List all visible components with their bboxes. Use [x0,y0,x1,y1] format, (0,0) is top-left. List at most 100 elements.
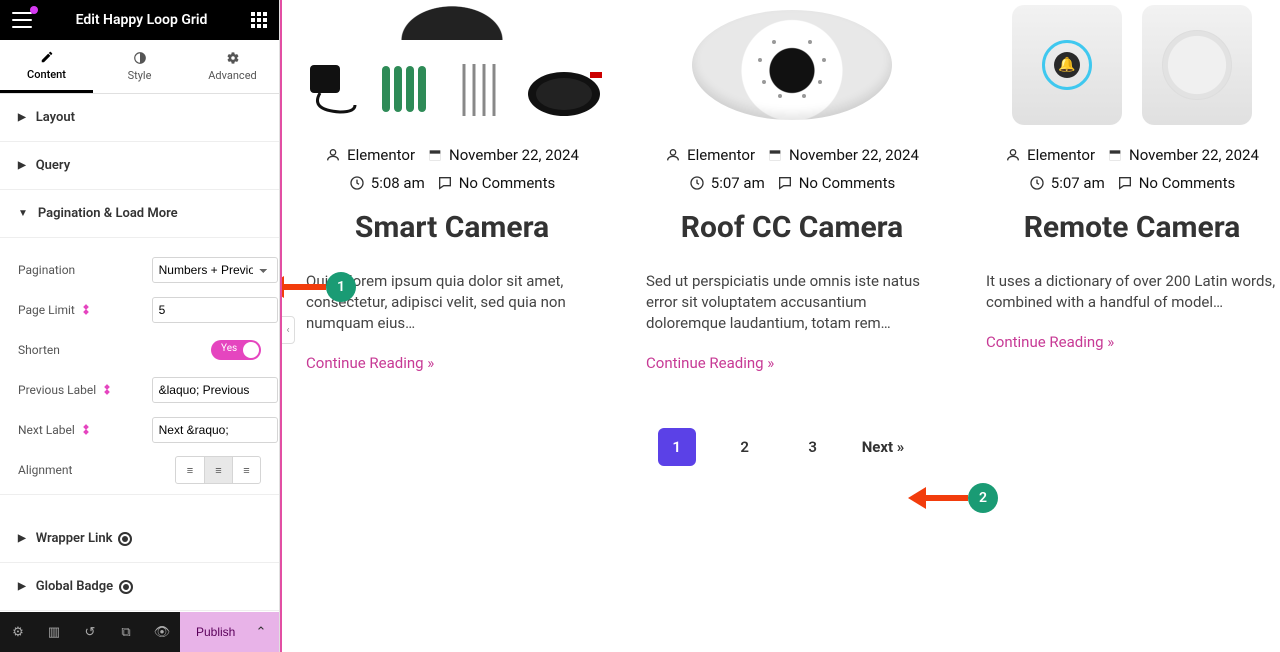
section-query-label: Query [36,158,70,173]
panel-tabs: Content Style Advanced [0,40,279,94]
pencil-icon [40,50,54,64]
align-right-button[interactable]: ≡ [232,457,260,483]
section-layout-label: Layout [36,110,75,125]
tab-advanced[interactable]: Advanced [186,40,279,93]
badge-icon [119,580,133,594]
pagination-label: Pagination [18,263,152,277]
page-3[interactable]: 3 [794,428,832,466]
alignment-group: ≡ ≡ ≡ [175,456,261,484]
section-global-badge-label: Global Badge [36,579,113,594]
section-pagination[interactable]: ▼Pagination & Load More [0,190,279,238]
card-excerpt: It uses a dictionary of over 200 Latin w… [982,271,1280,313]
tab-content-label: Content [27,68,66,81]
pagination-select[interactable]: Numbers + Previous [152,257,278,283]
card-author: Elementor [347,146,415,164]
card-title[interactable]: Smart Camera [355,210,549,245]
card-image [642,0,942,130]
responsive-button[interactable]: ⧉ [108,612,144,652]
next-label-label: Next Label [18,423,152,437]
section-pagination-body: Pagination Numbers + Previous Page Limit… [0,238,279,495]
card-excerpt: Qui dolorem ipsum quia dolor sit amet, c… [302,271,602,334]
sidebar-footer: ⚙ ▥ ↺ ⧉ 👁 Publish ⌃ [0,612,279,652]
section-layout[interactable]: ▶ Layout [0,94,279,142]
prev-label-label: Previous Label [18,383,152,397]
page-limit-input[interactable] [152,297,278,323]
link-icon [118,532,132,546]
post-card: Elementor November 22, 2024 5:08 am No C… [302,0,602,372]
caret-right-icon: ▶ [18,581,26,592]
preview-canvas: ‹ Elementor November 22, 2024 5:08 am [280,0,1280,652]
section-wrapper-link[interactable]: ▶ Wrapper Link [0,515,279,563]
calendar-icon [1107,147,1123,163]
alignment-label: Alignment [18,463,72,477]
card-time: 5:07 am [1051,174,1105,192]
section-query[interactable]: ▶ Query [0,142,279,190]
card-author: Elementor [687,146,755,164]
dynamic-icon [102,385,112,395]
align-left-button[interactable]: ≡ [176,457,204,483]
pagination: 1 2 3 Next » [282,428,1280,466]
clock-icon [689,175,705,191]
clock-icon [349,175,365,191]
cable-reel-icon [524,60,604,120]
user-icon [1005,147,1021,163]
comment-icon [1117,175,1133,191]
publish-button[interactable]: Publish [180,612,243,652]
clock-icon [1029,175,1045,191]
next-label-input[interactable] [152,417,278,443]
section-global-badge[interactable]: ▶ Global Badge [0,563,279,611]
page-1[interactable]: 1 [658,428,696,466]
screws-icon [456,60,506,120]
card-time: 5:08 am [371,174,425,192]
section-wrapper-label: Wrapper Link [36,531,113,546]
post-card: Elementor November 22, 2024 5:07 am No C… [642,0,942,372]
navigator-button[interactable]: ▥ [36,612,72,652]
calendar-icon [427,147,443,163]
comment-icon [777,175,793,191]
collapse-panel-handle[interactable]: ‹ [281,316,295,344]
preview-button[interactable]: 👁 [144,612,180,652]
card-comments: No Comments [1139,174,1236,192]
shorten-toggle[interactable]: Yes [211,340,261,360]
gear-icon [226,51,240,65]
caret-right-icon: ▶ [18,533,26,544]
tab-style-label: Style [128,69,152,82]
sidebar-header: Edit Happy Loop Grid [0,0,279,40]
unsaved-indicator-icon [30,6,38,14]
read-more-link[interactable]: Continue Reading » [642,354,774,372]
contrast-icon [133,51,147,65]
history-button[interactable]: ↺ [72,612,108,652]
card-title[interactable]: Roof CC Camera [681,210,903,245]
align-center-button[interactable]: ≡ [204,457,232,483]
read-more-link[interactable]: Continue Reading » [302,354,434,372]
caret-right-icon: ▶ [18,160,26,171]
settings-button[interactable]: ⚙ [0,612,36,652]
adapter-icon [300,60,360,120]
card-date: November 22, 2024 [449,146,579,164]
widgets-grid-button[interactable] [251,12,267,28]
user-icon [665,147,681,163]
annotation-2: 2 [908,483,998,513]
card-image [302,0,602,130]
comment-icon [437,175,453,191]
card-title[interactable]: Remote Camera [1024,210,1241,245]
card-excerpt: Sed ut perspiciatis unde omnis iste natu… [642,271,942,334]
calendar-icon [767,147,783,163]
card-author: Elementor [1027,146,1095,164]
caret-right-icon: ▶ [18,112,26,123]
card-date: November 22, 2024 [789,146,919,164]
publish-options-button[interactable]: ⌃ [243,612,279,652]
page-next[interactable]: Next » [862,438,905,456]
tab-style[interactable]: Style [93,40,186,93]
caret-down-icon: ▼ [18,208,28,219]
tab-content[interactable]: Content [0,40,93,93]
annotation-badge: 2 [968,483,998,513]
dynamic-icon [81,425,91,435]
tab-advanced-label: Advanced [208,69,256,82]
prev-label-input[interactable] [152,377,278,403]
card-comments: No Comments [459,174,556,192]
menu-button[interactable] [12,10,32,30]
read-more-link[interactable]: Continue Reading » [982,333,1114,351]
panel-title: Edit Happy Loop Grid [32,12,251,28]
page-2[interactable]: 2 [726,428,764,466]
